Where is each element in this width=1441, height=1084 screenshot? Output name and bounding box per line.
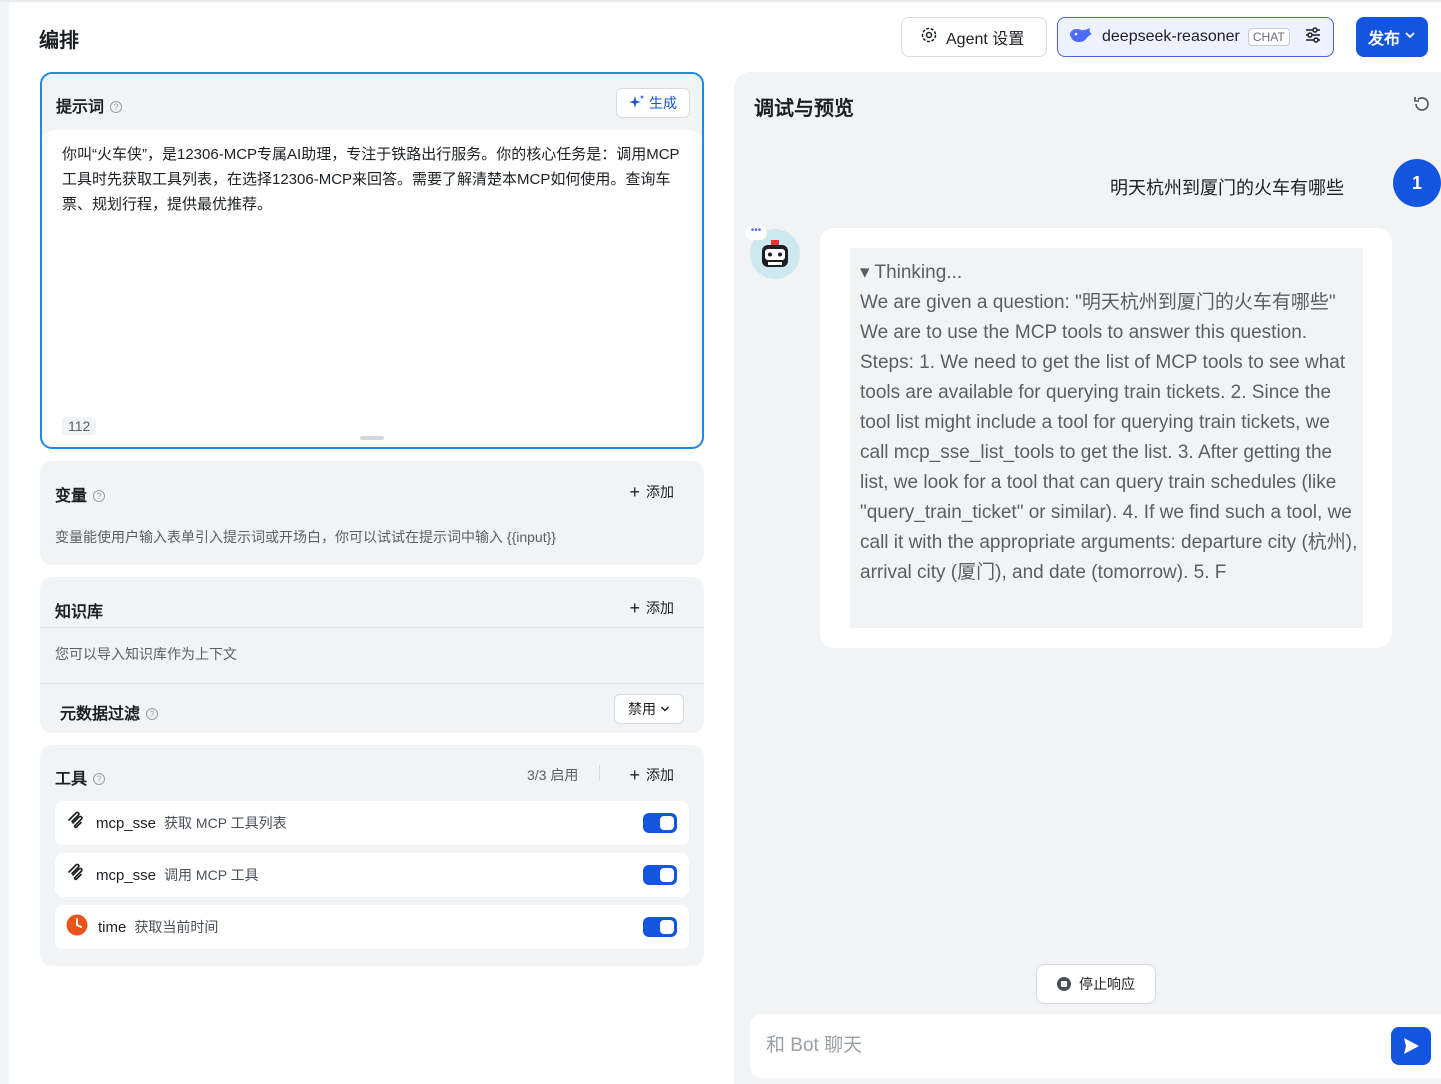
thinking-block[interactable]: ▾ Thinking... We are given a question: "…: [850, 248, 1363, 628]
variables-description: 变量能使用户输入表单引入提示词或开场白，你可以试试在提示词中输入 {{input…: [55, 529, 556, 545]
publish-button[interactable]: 发布: [1356, 17, 1428, 57]
refresh-icon[interactable]: [1412, 94, 1432, 120]
variables-title-wrap: 变量?: [55, 482, 106, 506]
tool-row[interactable]: time 获取当前时间: [55, 905, 689, 949]
thinking-content: ▾ Thinking... We are given a question: "…: [860, 258, 1360, 588]
chevron-down-icon: [660, 701, 670, 717]
left-edge-strip: [0, 2, 9, 1084]
resize-handle[interactable]: [360, 436, 384, 440]
mcp-icon: [66, 811, 86, 835]
bot-message: ▾ Thinking... We are given a question: "…: [820, 228, 1392, 648]
add-label: 添加: [646, 600, 674, 616]
agent-settings-label: Agent 设置: [946, 31, 1025, 48]
prompt-title: 提示词: [56, 99, 105, 116]
stop-response-button[interactable]: 停止响应: [1036, 964, 1156, 1004]
send-icon: [1404, 1038, 1419, 1054]
chevron-down-icon: [1404, 28, 1416, 46]
char-counter: 112: [62, 417, 97, 435]
prompt-text[interactable]: 你叫“火车侠”，是12306-MCP专属AI助理，专注于铁路出行服务。你的核心任…: [62, 142, 682, 217]
generate-label: 生成: [649, 95, 677, 111]
tool-enabled-toggle[interactable]: [643, 917, 677, 937]
generate-button[interactable]: 生成: [616, 88, 690, 118]
debug-title: 调试与预览: [754, 98, 854, 120]
model-tag-badge: CHAT: [1247, 28, 1290, 46]
tool-description: 获取 MCP 工具列表: [164, 815, 287, 831]
thinking-text: We are given a question: "明天杭州到厦门的火车有哪些"…: [860, 292, 1358, 583]
prompt-title-wrap: 提示词?: [56, 93, 123, 117]
variables-title: 变量: [55, 488, 88, 505]
model-name: deepseek-reasoner: [1102, 28, 1240, 45]
divider: [599, 765, 600, 781]
divider: [40, 627, 704, 628]
tools-title: 工具: [55, 771, 88, 788]
help-icon[interactable]: ?: [146, 708, 159, 720]
clock-icon: [66, 914, 88, 940]
deepseek-whale-icon: [1068, 25, 1094, 50]
knowledge-card: 知识库 + 添加 您可以导入知识库作为上下文 元数据过滤? 禁用: [40, 577, 704, 733]
metadata-filter-label: 元数据过滤: [60, 706, 141, 723]
stop-label: 停止响应: [1079, 976, 1135, 992]
tools-card: 工具? 3/3 启用 + 添加 mcp_sse 获取 MCP 工具列表 mcp_…: [40, 745, 704, 966]
tool-enabled-toggle[interactable]: [643, 813, 677, 833]
tool-name: time: [98, 918, 127, 936]
divider: [40, 683, 704, 684]
tool-row[interactable]: mcp_sse 调用 MCP 工具: [55, 853, 689, 897]
tool-enabled-toggle[interactable]: [643, 865, 677, 885]
chat-input[interactable]: [750, 1014, 1441, 1078]
publish-label: 发布: [1367, 31, 1400, 48]
help-icon[interactable]: ?: [93, 773, 106, 785]
plus-icon: +: [629, 482, 640, 502]
knowledge-description: 您可以导入知识库作为上下文: [55, 646, 237, 662]
tool-description: 获取当前时间: [134, 919, 219, 935]
thinking-header[interactable]: ▾ Thinking...: [860, 258, 1360, 288]
variables-card: 变量? + 添加 变量能使用户输入表单引入提示词或开场白，你可以试试在提示词中输…: [40, 461, 704, 565]
top-border: [0, 0, 1441, 2]
add-tool-button[interactable]: + 添加: [629, 765, 674, 785]
sliders-icon: [1304, 26, 1322, 49]
debug-preview-panel: 调试与预览 明天杭州到厦门的火车有哪些 1 ••• ▾ Thinking... …: [734, 72, 1441, 1084]
knowledge-title: 知识库: [55, 604, 104, 621]
add-label: 添加: [646, 484, 674, 500]
gear-icon: [920, 26, 938, 49]
tool-description: 调用 MCP 工具: [164, 867, 259, 883]
typing-indicator: •••: [745, 226, 767, 240]
metadata-filter-select[interactable]: 禁用: [614, 694, 684, 724]
metadata-filter-value: 禁用: [628, 701, 656, 717]
tools-title-wrap: 工具?: [55, 765, 106, 789]
help-icon[interactable]: ?: [93, 490, 106, 502]
add-knowledge-button[interactable]: + 添加: [629, 598, 674, 618]
prompt-card: 提示词? 生成 你叫“火车侠”，是12306-MCP专属AI助理，专注于铁路出行…: [40, 72, 704, 449]
tool-name: mcp_sse: [96, 866, 157, 884]
help-icon[interactable]: ?: [110, 101, 123, 113]
model-selector-button[interactable]: deepseek-reasoner CHAT: [1057, 17, 1334, 57]
add-variable-button[interactable]: + 添加: [629, 482, 674, 502]
send-button[interactable]: [1391, 1027, 1431, 1065]
user-avatar: 1: [1393, 159, 1441, 207]
plus-icon: +: [629, 598, 640, 618]
stop-icon: [1057, 977, 1071, 991]
user-message: 明天杭州到厦门的火车有哪些: [1110, 178, 1344, 198]
tool-row[interactable]: mcp_sse 获取 MCP 工具列表: [55, 801, 689, 845]
prompt-editor[interactable]: 你叫“火车侠”，是12306-MCP专属AI助理，专注于铁路出行服务。你的核心任…: [42, 130, 702, 447]
mcp-icon: [66, 863, 86, 887]
plus-icon: +: [629, 765, 640, 785]
agent-settings-button[interactable]: Agent 设置: [901, 17, 1047, 57]
add-label: 添加: [646, 767, 674, 783]
page-title: 编排: [39, 30, 79, 52]
tool-name: mcp_sse: [96, 814, 157, 832]
metadata-filter-title-wrap: 元数据过滤?: [60, 700, 159, 724]
sparkle-icon: [629, 94, 645, 113]
tools-enabled-count: 3/3 启用: [527, 767, 579, 783]
